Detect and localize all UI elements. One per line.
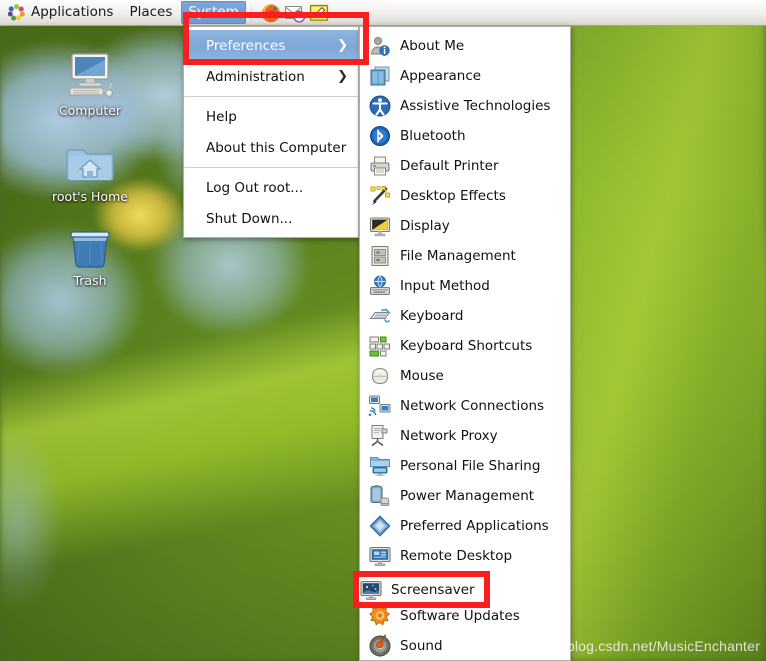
- menu-item-network-proxy[interactable]: Network Proxy: [360, 421, 570, 451]
- menu-item-about-this-computer[interactable]: About this Computer: [184, 132, 358, 163]
- trash-icon: [42, 218, 138, 270]
- menu-item-input-method[interactable]: Input Method: [360, 271, 570, 301]
- menu-item-label: Administration: [206, 68, 305, 85]
- bluetooth-icon: [368, 124, 392, 148]
- menu-item-keyboard[interactable]: Keyboard: [360, 301, 570, 331]
- menu-item-label: Network Proxy: [400, 428, 498, 444]
- menu-item-label: Desktop Effects: [400, 188, 506, 204]
- chevron-right-icon: ❯: [337, 69, 348, 84]
- desktop-icon-label: root's Home: [52, 189, 128, 204]
- appearance-icon: [368, 64, 392, 88]
- assistive-technologies-icon: [368, 94, 392, 118]
- desktop-screen: Computer root's Home Trash Applications …: [0, 0, 766, 661]
- places-menu[interactable]: Places: [122, 1, 179, 24]
- menu-separator: [184, 167, 358, 168]
- menu-item-label: Keyboard: [400, 308, 464, 324]
- menu-item-power-management[interactable]: Power Management: [360, 481, 570, 511]
- mouse-icon: [368, 364, 392, 388]
- menu-item-label: About Me: [400, 38, 465, 54]
- preferred-applications-icon: [368, 514, 392, 538]
- about-me-icon: [368, 34, 392, 58]
- menu-item-label: Assistive Technologies: [400, 98, 551, 114]
- input-method-icon: [368, 274, 392, 298]
- desktop-effects-icon: [368, 184, 392, 208]
- menu-item-label: Default Printer: [400, 158, 499, 174]
- menu-item-label: Input Method: [400, 278, 490, 294]
- menu-separator: [184, 96, 358, 97]
- keyboard-icon: [368, 304, 392, 328]
- preferences-highlight-box: [183, 12, 369, 65]
- menu-item-network-connections[interactable]: Network Connections: [360, 391, 570, 421]
- desktop-icon-root-home[interactable]: root's Home: [42, 134, 138, 204]
- menu-item-file-management[interactable]: File Management: [360, 241, 570, 271]
- desktop-icon-computer[interactable]: Computer: [42, 48, 138, 118]
- power-management-icon: [368, 484, 392, 508]
- menu-item-label: Appearance: [400, 68, 482, 84]
- computer-icon: [42, 48, 138, 100]
- file-management-icon: [368, 244, 392, 268]
- desktop-icon-label: Computer: [58, 103, 122, 118]
- applications-menu[interactable]: Applications: [1, 1, 120, 25]
- menu-item-label: Screensaver: [391, 582, 475, 598]
- menu-item-label: Help: [206, 108, 237, 125]
- keyboard-shortcuts-icon: [368, 334, 392, 358]
- network-proxy-icon: [368, 424, 392, 448]
- home-folder-icon: [42, 134, 138, 186]
- menu-item-label: Preferred Applications: [400, 518, 549, 534]
- menu-item-label: File Management: [400, 248, 516, 264]
- menu-item-default-printer[interactable]: Default Printer: [360, 151, 570, 181]
- menu-item-remote-desktop[interactable]: Remote Desktop: [360, 541, 570, 571]
- menu-item-label: Software Updates: [400, 608, 520, 624]
- sound-icon: [368, 634, 392, 658]
- printer-icon: [368, 154, 392, 178]
- menu-item-appearance[interactable]: Appearance: [360, 61, 570, 91]
- personal-file-sharing-icon: [368, 454, 392, 478]
- menu-item-administration[interactable]: Administration ❯: [184, 61, 358, 92]
- menu-item-log-out[interactable]: Log Out root...: [184, 172, 358, 203]
- menu-item-label: Keyboard Shortcuts: [400, 338, 533, 354]
- menu-item-display[interactable]: Display: [360, 211, 570, 241]
- menu-item-preferred-applications[interactable]: Preferred Applications: [360, 511, 570, 541]
- menu-item-label: Display: [400, 218, 450, 234]
- menu-item-label: Remote Desktop: [400, 548, 513, 564]
- remote-desktop-icon: [368, 544, 392, 568]
- applications-menu-label: Applications: [31, 4, 114, 20]
- menu-item-label: Network Connections: [400, 398, 545, 414]
- network-connections-icon: [368, 394, 392, 418]
- menu-item-label: Bluetooth: [400, 128, 466, 144]
- menu-item-label: Mouse: [400, 368, 444, 384]
- desktop-icon-trash[interactable]: Trash: [42, 218, 138, 288]
- watermark-text: https://blog.csdn.net/MusicEnchanter: [523, 638, 760, 654]
- screensaver-icon: [359, 578, 383, 602]
- menu-item-help[interactable]: Help: [184, 101, 358, 132]
- display-icon: [368, 214, 392, 238]
- menu-item-desktop-effects[interactable]: Desktop Effects: [360, 181, 570, 211]
- menu-item-keyboard-shortcuts[interactable]: Keyboard Shortcuts: [360, 331, 570, 361]
- menu-item-label: Power Management: [400, 488, 535, 504]
- menu-item-about-me[interactable]: About Me: [360, 31, 570, 61]
- screensaver-highlighted-row[interactable]: Screensaver: [359, 578, 485, 602]
- menu-item-shut-down[interactable]: Shut Down...: [184, 203, 358, 234]
- places-menu-label: Places: [129, 4, 173, 20]
- menu-item-label: Shut Down...: [206, 210, 293, 227]
- menu-item-label: About this Computer: [206, 139, 347, 156]
- desktop-icon-label: Trash: [73, 273, 107, 288]
- top-panel: Applications Places System: [0, 0, 766, 26]
- preferences-submenu: About Me Appearance Assistive Technologi…: [359, 26, 571, 661]
- menu-item-assistive-technologies[interactable]: Assistive Technologies: [360, 91, 570, 121]
- menu-item-personal-file-sharing[interactable]: Personal File Sharing: [360, 451, 570, 481]
- menu-item-label: Log Out root...: [206, 179, 304, 196]
- applications-pinwheel-icon: [8, 3, 25, 21]
- menu-item-label: Personal File Sharing: [400, 458, 541, 474]
- menu-item-bluetooth[interactable]: Bluetooth: [360, 121, 570, 151]
- menu-item-mouse[interactable]: Mouse: [360, 361, 570, 391]
